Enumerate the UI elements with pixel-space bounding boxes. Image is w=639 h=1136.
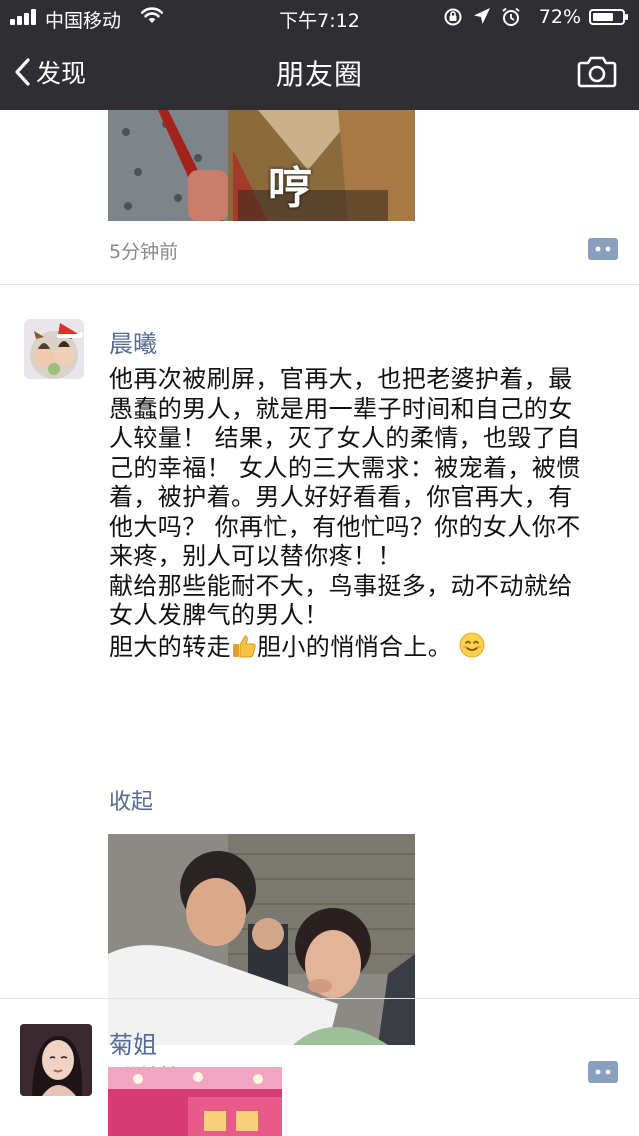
post-author[interactable]: 菊姐 (109, 1025, 157, 1060)
post-image[interactable]: 哼 (108, 110, 415, 221)
post-author[interactable]: 晨曦 (109, 324, 157, 359)
status-icons (443, 7, 521, 27)
avatar-image (20, 1024, 92, 1096)
content-line: 愚蠢的男人，就是用一辈子时间和自己的女 (109, 394, 573, 423)
content-line: 着，被护着。男人好好看看，你官再大，有 (109, 483, 573, 511)
nav-bar: 发现 朋友圈 (0, 36, 639, 110)
collapse-link[interactable]: 收起 (109, 784, 153, 816)
content-line: 来疼，别人可以替你疼！！ (109, 542, 402, 570)
location-icon (474, 8, 490, 24)
rotation-lock-icon (444, 8, 462, 26)
moment-post: 晨曦 他再次被刷屏，官再大，也把老婆护着，最 愚蠢的男人，就是用一辈子时间和自己… (0, 285, 639, 1087)
post-image-graphic (108, 110, 415, 221)
content-text: 胆小的悄悄合上。 (257, 632, 453, 661)
content-line: 他大吗？ 你再忙，有他忙吗？你的女人你不 (109, 512, 581, 541)
alarm-icon (502, 7, 520, 26)
post-time: 5分钟前 (109, 241, 179, 263)
content-line: 人较量！ 结果，灭了女人的柔情，也毁了自 (109, 424, 581, 452)
page-title: 朋友圈 (275, 58, 363, 91)
avatar[interactable] (24, 319, 84, 379)
content-line: 献给那些能耐不大，鸟事挺多，动不动就给 (109, 571, 573, 600)
image-caption: 哼 (268, 163, 312, 214)
content-text: 胆大的转走 (109, 632, 231, 661)
content-line: 他再次被刷屏，官再大，也把老婆护着，最 (109, 365, 573, 393)
top-bar: 中国移动 下午7:12 72% 发现 朋友圈 (0, 0, 639, 110)
post-image[interactable] (108, 1067, 282, 1136)
moment-post: 菊姐 (0, 999, 639, 1136)
moments-screen: 中国移动 下午7:12 72% 发现 朋友圈 哼 5分钟前 晨曦 他再次被刷屏，… (0, 0, 639, 1136)
post-image-graphic (108, 1067, 282, 1136)
content-line: 胆大的转走 胆小的悄悄合上。 (109, 631, 614, 663)
battery-percent: 72% (538, 6, 581, 28)
avatar[interactable] (20, 1024, 92, 1096)
camera-icon[interactable] (577, 54, 617, 88)
comment-icon[interactable] (588, 238, 618, 260)
battery-icon (589, 9, 628, 25)
content-line: 女人发脾气的男人！ (109, 601, 329, 629)
status-bar: 中国移动 下午7:12 72% (0, 0, 639, 36)
content-line: 己的幸福！ 女人的三大需求：被宠着，被惯 (109, 453, 581, 482)
thumbs-up-icon (233, 634, 256, 657)
smile-emoji-icon (459, 632, 485, 657)
moment-post: 哼 5分钟前 (0, 110, 639, 285)
avatar-image (24, 319, 84, 379)
post-content: 他再次被刷屏，官再大，也把老婆护着，最 愚蠢的男人，就是用一辈子时间和自己的女 … (109, 365, 614, 662)
